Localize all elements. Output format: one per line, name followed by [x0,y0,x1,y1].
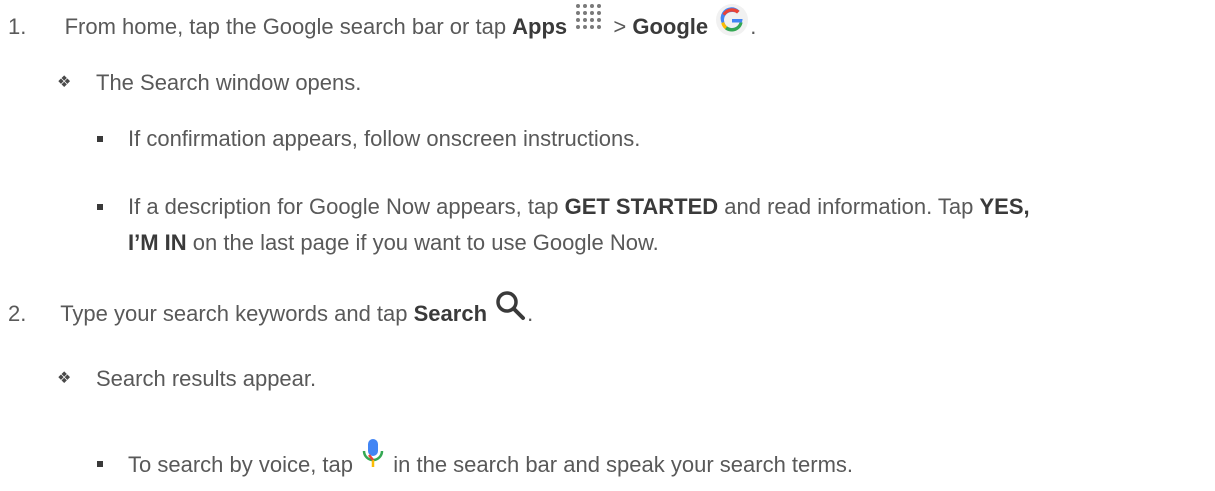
step-number: 1. [8,13,27,39]
step-text: Type your search keywords and tap [60,300,414,326]
step-2: 2. Type your search keywords and tap Sea… [8,291,533,332]
step-number: 2. [8,300,27,326]
square-bullet-icon [97,461,103,467]
magnifier-icon [493,288,527,322]
list-item: If a description for Google Now appears,… [128,194,1030,219]
list-item: To search by voice, tap in the search ba… [128,439,853,483]
google-g-icon [714,2,750,38]
google-label: Google [632,13,709,39]
search-label: Search [413,300,488,326]
step-1-result: The Search window opens. [96,70,362,95]
step-2-result: Search results appear. [96,366,317,391]
apps-label: Apps [512,13,568,39]
list-item: If confirmation appears, follow onscreen… [128,126,641,151]
step-1: 1. From home, tap the Google search bar … [8,4,756,46]
diamond-bullet-icon: ❖ [57,368,72,387]
step-text: From home, tap the Google search bar or … [64,13,513,39]
microphone-icon [359,437,387,471]
diamond-bullet-icon: ❖ [57,72,72,91]
apps-grid-icon [573,1,607,31]
square-bullet-icon [97,136,103,142]
square-bullet-icon [97,204,103,210]
list-item-continued: I’M IN on the last page if you want to u… [128,230,659,255]
